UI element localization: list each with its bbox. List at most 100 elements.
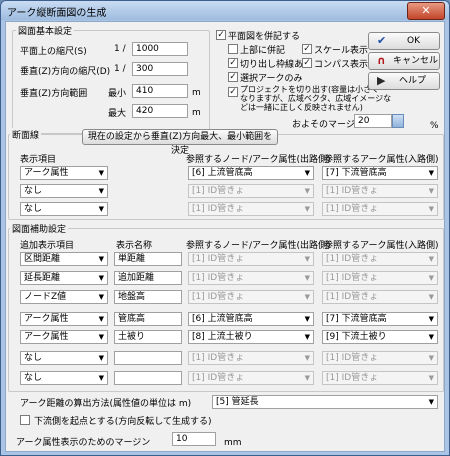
chevron-down-icon: ▼ [304, 187, 310, 195]
close-button[interactable]: ✕ [407, 2, 445, 20]
set-range-button[interactable]: 現在の設定から垂直(Z)方向最大、最小範囲を決定 [82, 129, 278, 156]
chevron-down-icon: ▼ [304, 315, 310, 323]
min-label: 最小 [108, 89, 127, 99]
attr-margin-unit: mm [224, 438, 242, 448]
chevron-down-icon: ▼ [428, 398, 434, 406]
chevron-down-icon: ▼ [304, 205, 310, 213]
ok-button[interactable]: ✔ OK [368, 32, 440, 50]
chevron-down-icon: ▼ [428, 293, 434, 301]
dialog-client: 図面基本設定 平面上の縮尺(S) 1 / 1000 垂直(Z)方向の縮尺(D) … [5, 21, 445, 452]
aux-row-7-arc-select[interactable]: [1] ID管きょ ▼ [322, 371, 438, 385]
chevron-down-icon: ▼ [428, 187, 434, 195]
chevron-down-icon: ▼ [98, 354, 104, 362]
attr-margin-label: アーク属性表示のためのマージン [16, 438, 151, 448]
section-row-3-item-select[interactable]: なし ▼ [20, 202, 108, 216]
selected-arc-checkbox[interactable]: ✓ [228, 72, 238, 82]
aux-row-7-item-select[interactable]: なし ▼ [20, 371, 108, 385]
aux-row-3-arc-select[interactable]: [1] ID管きょ ▼ [322, 290, 438, 304]
title-bar[interactable]: アーク縦断面図の生成 ✕ [1, 1, 449, 20]
margin-unit: % [430, 121, 439, 131]
margin-spinner[interactable] [392, 114, 404, 128]
chevron-down-icon: ▼ [304, 374, 310, 382]
aux-row-1-item-select[interactable]: 区間距離 ▼ [20, 252, 108, 266]
scale-display-label: スケール表示 [314, 46, 369, 56]
aux-row-6-arc-select[interactable]: [1] ID管きょ ▼ [322, 351, 438, 365]
section-row-3-arc-select[interactable]: [1] ID管きょ ▼ [322, 202, 438, 216]
section-row-3-node-select[interactable]: [1] ID管きょ ▼ [188, 202, 314, 216]
vert-scale-input[interactable]: 300 [132, 62, 188, 76]
section-title: 断面線 [10, 128, 42, 141]
max-input[interactable]: 420 [132, 104, 188, 118]
aux-row-6-node-select[interactable]: [1] ID管きょ ▼ [188, 351, 314, 365]
aux-title: 図面補助設定 [10, 222, 69, 235]
cutout-frame-checkbox[interactable]: ✓ [228, 58, 238, 68]
section-row-1-node-select[interactable]: [6] 上流管底高 ▼ [188, 166, 314, 180]
aux-row-1-node-select[interactable]: [1] ID管きょ ▼ [188, 252, 314, 266]
help-button[interactable]: ▶ ヘルプ [368, 72, 440, 90]
min-input[interactable]: 410 [132, 84, 188, 98]
aux-row-2-item-select[interactable]: 延長距離 ▼ [20, 271, 108, 285]
aux-row-5-name-input[interactable]: 土被り [114, 330, 182, 344]
attr-margin-input[interactable]: 10 [172, 432, 216, 446]
aux-row-4-item-select[interactable]: アーク属性 ▼ [20, 312, 108, 326]
aux-row-4-name-input[interactable]: 管底高 [114, 312, 182, 326]
plan-top-label: 上部に併記 [240, 46, 286, 56]
chevron-down-icon: ▼ [428, 255, 434, 263]
selected-arc-label: 選択アークのみ [240, 74, 303, 84]
margin-input[interactable]: 20 [354, 114, 392, 128]
chevron-down-icon: ▼ [428, 274, 434, 282]
chevron-down-icon: ▼ [98, 333, 104, 341]
aux-row-2-node-select[interactable]: [1] ID管きょ ▼ [188, 271, 314, 285]
section-col-arc: 参照するアーク属性(入路側) [324, 155, 439, 165]
chevron-down-icon: ▼ [98, 255, 104, 263]
help-button-label: ヘルプ [399, 76, 427, 86]
section-row-2-item-select[interactable]: なし ▼ [20, 184, 108, 198]
plan-scale-input[interactable]: 1000 [132, 42, 188, 56]
aux-row-7-node-select[interactable]: [1] ID管きょ ▼ [188, 371, 314, 385]
scale-display-checkbox[interactable]: ✓ [302, 44, 312, 54]
max-unit: m [192, 108, 201, 118]
aux-row-3-name-input[interactable]: 地盤高 [114, 290, 182, 304]
compass-checkbox[interactable]: ✓ [302, 58, 312, 68]
plan-top-checkbox[interactable] [228, 44, 238, 54]
max-label: 最大 [108, 109, 127, 119]
chevron-down-icon: ▼ [98, 205, 104, 213]
aux-row-6-name-input[interactable] [114, 351, 182, 365]
aux-row-1-arc-select[interactable]: [1] ID管きょ ▼ [322, 252, 438, 266]
aux-row-5-item-select[interactable]: アーク属性 ▼ [20, 330, 108, 344]
section-col-node: 参照するノード/アーク属性(出路側) [186, 155, 331, 165]
plan-scale-label: 平面上の縮尺(S) [20, 47, 87, 57]
section-row-1-arc-select[interactable]: [7] 下流管底高 ▼ [322, 166, 438, 180]
help-icon: ▶ [377, 74, 386, 87]
aux-row-4-node-select[interactable]: [6] 上流管底高 ▼ [188, 312, 314, 326]
show-plan-checkbox[interactable]: ✓ [216, 30, 226, 40]
plan-scale-prefix: 1 / [114, 44, 126, 54]
distance-method-select[interactable]: [5] 管延長 ▼ [212, 395, 438, 409]
aux-row-4-arc-select[interactable]: [7] 下流管底高 ▼ [322, 312, 438, 326]
aux-row-6-item-select[interactable]: なし ▼ [20, 351, 108, 365]
aux-row-3-item-select[interactable]: ノードZ値 ▼ [20, 290, 108, 304]
aux-col-name: 表示名称 [116, 241, 153, 251]
aux-col-arc: 参照するアーク属性(入路側) [324, 241, 439, 251]
chevron-down-icon: ▼ [428, 315, 434, 323]
reverse-direction-checkbox[interactable] [20, 415, 30, 425]
chevron-down-icon: ▼ [304, 293, 310, 301]
aux-row-3-node-select[interactable]: [1] ID管きょ ▼ [188, 290, 314, 304]
chevron-down-icon: ▼ [428, 169, 434, 177]
section-row-2-arc-select[interactable]: [1] ID管きょ ▼ [322, 184, 438, 198]
aux-row-5-arc-select[interactable]: [9] 下流土被り ▼ [322, 330, 438, 344]
aux-row-2-name-input[interactable]: 追加距離 [114, 271, 182, 285]
vert-range-label: 垂直(Z)方向範囲 [20, 89, 88, 99]
chevron-down-icon: ▼ [428, 333, 434, 341]
aux-row-5-node-select[interactable]: [8] 上流土被り ▼ [188, 330, 314, 344]
project-cutout-checkbox[interactable]: ✓ [228, 87, 238, 97]
chevron-down-icon: ▼ [304, 169, 310, 177]
aux-row-7-name-input[interactable] [114, 371, 182, 385]
chevron-down-icon: ▼ [98, 293, 104, 301]
aux-row-2-arc-select[interactable]: [1] ID管きょ ▼ [322, 271, 438, 285]
aux-row-1-name-input[interactable]: 単距離 [114, 252, 182, 266]
compass-label: コンパス表示 [314, 60, 369, 70]
cancel-button[interactable]: ∩ キャンセル [368, 52, 440, 70]
section-row-1-item-select[interactable]: アーク属性 ▼ [20, 166, 108, 180]
section-row-2-node-select[interactable]: [1] ID管きょ ▼ [188, 184, 314, 198]
